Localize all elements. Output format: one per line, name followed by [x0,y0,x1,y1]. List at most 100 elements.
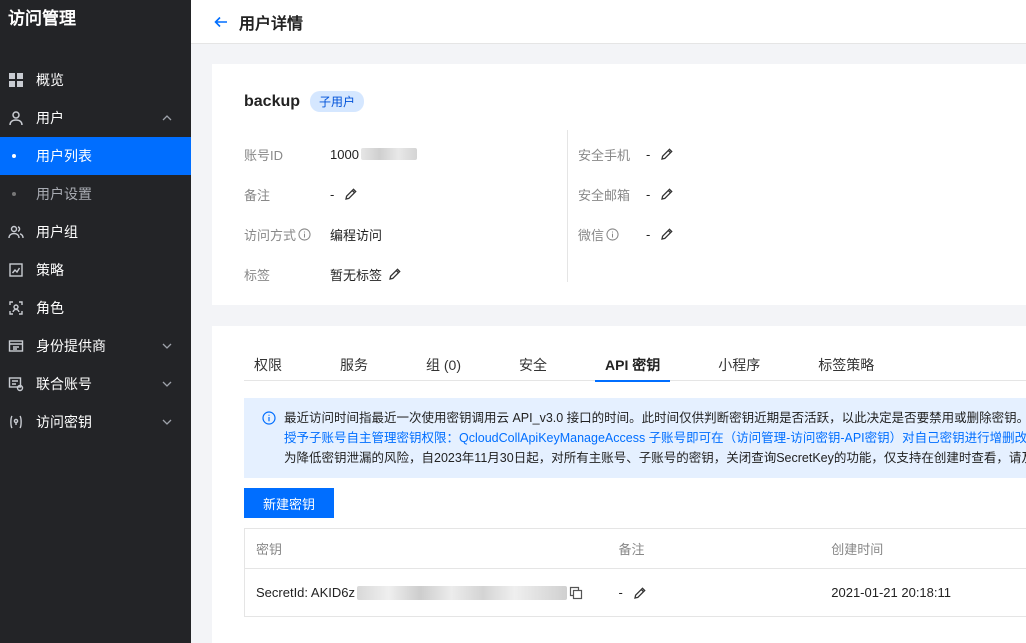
remark-text: - [618,585,623,600]
remark-cell: - [619,585,832,600]
user-group-icon [8,224,24,240]
account-id-row: 账号ID 1000 [244,134,417,174]
tags-row: 标签 暂无标签 [244,254,417,294]
wechat-value: - [646,227,674,242]
secret-id-cell: SecretId: AKID6z [245,585,619,600]
access-method-row: 访问方式 编程访问 [244,214,417,254]
security-phone-value: - [646,147,674,162]
user-type-badge: 子用户 [310,91,365,112]
sidebar-item-user-settings[interactable]: 用户设置 [0,175,191,213]
tab-api-keys[interactable]: API 密钥 [595,346,671,382]
sidebar-item-user-list[interactable]: 用户列表 [0,137,191,175]
notice-line-1: 最近访问时间指最近一次使用密钥调用云 API_v3.0 接口的时间。此时间仅供判… [284,411,1026,425]
wechat-row: 微信 - [578,214,674,254]
sidebar-item-user-groups[interactable]: 用户组 [0,213,191,251]
edit-pencil-icon[interactable] [344,187,358,201]
account-id-value: 1000 [330,147,417,162]
page-header: 用户详情 [191,0,1026,44]
table-header: 密钥 备注 创建时间 [245,529,1026,569]
sidebar-item-label: 用户 [36,110,64,126]
edit-pencil-icon[interactable] [660,147,674,161]
detail-tabs-card: 权限 服务 组 (0) 安全 API 密钥 小程序 标签策略 最近访问时间指最近… [212,326,1026,643]
policy-icon [8,262,24,278]
sidebar-item-label: 用户设置 [36,186,92,202]
info-icon [262,411,276,425]
security-email-row: 安全邮箱 - [578,174,674,214]
wechat-text: - [646,226,651,242]
sidebar-item-label: 联合账号 [36,376,92,392]
account-id-text: 1000 [330,146,359,162]
tags-text: 暂无标签 [330,267,383,283]
edit-pencil-icon[interactable] [388,267,402,281]
edit-pencil-icon[interactable] [660,187,674,201]
user-info-right: 安全手机 - 安全邮箱 - 微信 - [578,134,674,254]
table-row: SecretId: AKID6z - 2021-01-21 20:18:11 [245,569,1026,617]
column-header-remark: 备注 [618,542,645,557]
chevron-up-icon [161,111,173,123]
column-divider [567,130,568,282]
user-icon [8,110,24,126]
tab-security[interactable]: 安全 [509,346,557,381]
grid-icon [8,72,24,88]
field-label: 标签 [244,267,271,283]
user-info-card: backup 子用户 账号ID 1000 备注 - 访问方式 编程访问 标签 暂… [212,64,1026,305]
security-email-value: - [646,187,674,202]
edit-pencil-icon[interactable] [660,227,674,241]
chevron-down-icon [161,415,173,427]
tags-value: 暂无标签 [330,265,402,284]
security-email-text: - [646,186,651,202]
column-header-created: 创建时间 [831,542,884,557]
sidebar-item-label: 访问密钥 [36,414,92,430]
access-method-value: 编程访问 [330,227,383,243]
tab-mini-programs[interactable]: 小程序 [708,346,770,381]
copy-icon[interactable] [569,586,583,600]
sidebar-item-federated-accounts[interactable]: 联合账号 [0,365,191,403]
info-icon[interactable] [298,227,311,241]
field-label: 备注 [244,187,271,203]
remark-value: - [330,187,358,202]
sidebar-item-label: 角色 [36,300,64,316]
notice-link[interactable]: 授予子账号自主管理密钥权限：QcloudCollApiKeyManageAcce… [284,428,1026,448]
sidebar-item-label: 用户组 [36,224,78,240]
user-info-left: 账号ID 1000 备注 - 访问方式 编程访问 标签 暂无标签 [244,134,417,294]
info-notice: 最近访问时间指最近一次使用密钥调用云 API_v3.0 接口的时间。此时间仅供判… [244,398,1026,478]
app-title: 访问管理 [8,9,76,28]
tab-permissions[interactable]: 权限 [244,346,292,381]
tab-services[interactable]: 服务 [330,346,378,381]
field-label: 安全手机 [578,147,631,163]
field-label-text: 访问方式 [244,227,297,243]
back-arrow-icon[interactable] [213,14,229,30]
created-time-cell: 2021-01-21 20:18:11 [831,585,951,600]
notice-line-3: 为降低密钥泄漏的风险，自2023年11月30日起，对所有主账号、子账号的密钥，关… [284,451,1026,465]
bullet-icon [12,192,16,196]
api-key-table: 密钥 备注 创建时间 SecretId: AKID6z - 2021-01-21… [244,528,1026,617]
edit-pencil-icon[interactable] [633,586,647,600]
sidebar-item-label: 策略 [36,262,64,278]
sidebar-item-roles[interactable]: 角色 [0,289,191,327]
info-icon[interactable] [606,227,619,241]
sidebar-item-access-keys[interactable]: 访问密钥 [0,403,191,441]
user-name-row: backup 子用户 [244,91,365,112]
federated-account-icon [8,376,24,392]
sidebar-item-users[interactable]: 用户 [0,99,191,137]
sidebar-item-policies[interactable]: 策略 [0,251,191,289]
role-icon [8,300,24,316]
remark-row: 备注 - [244,174,417,214]
remark-text: - [330,186,335,202]
field-label: 访问方式 [244,225,330,244]
tab-tag-policies[interactable]: 标签策略 [808,346,884,381]
sidebar-item-identity-providers[interactable]: 身份提供商 [0,327,191,365]
new-key-button[interactable]: 新建密钥 [244,488,334,518]
sidebar-item-label: 概览 [36,72,64,88]
sidebar-item-label: 身份提供商 [36,338,106,354]
column-header-key: 密钥 [256,542,283,557]
field-label-text: 微信 [578,227,605,243]
secret-id-text: SecretId: AKID6z [256,585,355,600]
field-label: 账号ID [244,147,284,163]
identity-provider-icon [8,338,24,354]
tab-bar: 权限 服务 组 (0) 安全 API 密钥 小程序 标签策略 [244,346,1026,382]
sidebar-item-overview[interactable]: 概览 [0,61,191,99]
bullet-icon [12,154,16,158]
tab-groups[interactable]: 组 (0) [416,346,471,381]
security-phone-text: - [646,146,651,162]
